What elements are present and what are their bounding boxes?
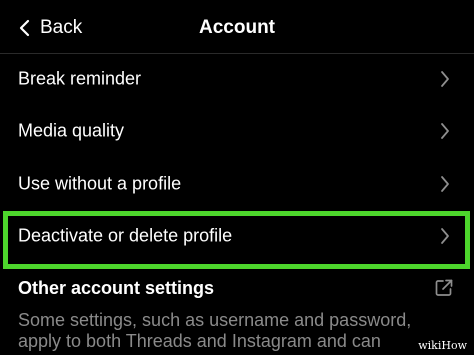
row-use-without-profile[interactable]: Use without a profile xyxy=(0,158,474,210)
chevron-right-icon xyxy=(441,71,449,87)
header-bar: Back Account xyxy=(0,0,474,54)
row-label: Deactivate or delete profile xyxy=(18,225,233,246)
row-label: Media quality xyxy=(18,120,125,141)
other-account-settings-description: Some settings, such as username and pass… xyxy=(18,310,412,351)
back-label: Back xyxy=(40,17,83,38)
chevron-right-icon xyxy=(441,176,449,192)
chevron-left-icon xyxy=(19,19,30,37)
wikihow-watermark: wikiHow xyxy=(413,338,472,353)
row-break-reminder[interactable]: Break reminder xyxy=(0,53,474,105)
external-link-icon[interactable] xyxy=(434,278,454,298)
chevron-right-icon xyxy=(441,228,449,244)
chevron-right-icon xyxy=(441,123,449,139)
back-button[interactable]: Back xyxy=(18,14,82,42)
other-account-settings-title[interactable]: Other account settings xyxy=(18,278,214,299)
row-deactivate-or-delete-profile[interactable]: Deactivate or delete profile xyxy=(0,210,474,262)
row-label: Use without a profile xyxy=(18,173,182,194)
row-media-quality[interactable]: Media quality xyxy=(0,105,474,157)
row-label: Break reminder xyxy=(18,68,142,89)
